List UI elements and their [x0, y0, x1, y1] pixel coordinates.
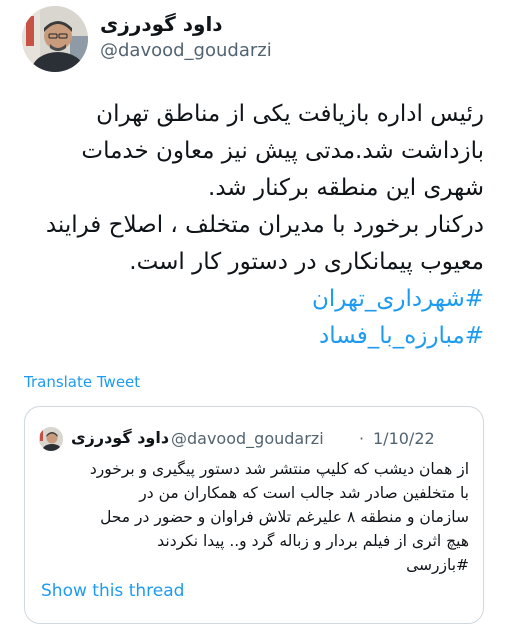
quoted-tweet-text: از همان دیشب که کلیپ منتشر شد دستور پیگی… [35, 457, 469, 577]
show-thread-link[interactable]: Show this thread [41, 581, 184, 601]
quoted-author-handle[interactable]: @davood_goudarzi [171, 429, 324, 448]
quoted-author-display-name[interactable]: داود گودرزی [71, 428, 169, 447]
quoted-text-line: #بازرسی [406, 556, 469, 574]
quoted-text-line: سازمان و منطقه ۸ علیرغم تلاش فراوان و حض… [100, 508, 469, 526]
tweet-header: داود گودرزی @davood_goudarzi [0, 0, 508, 80]
tweet-text-line: رئیس اداره بازیافت یکی از مناطق تهران [96, 101, 484, 127]
tweet-text-line: بازداشت شد.مدتی پیش نیز معاون خدمات [81, 138, 484, 164]
tweet-text-line: معیوب پیمانکاری در دستور کار است. [129, 249, 484, 275]
quoted-tweet-date[interactable]: 1/10/22 [373, 429, 435, 448]
translate-tweet-link[interactable]: Translate Tweet [24, 373, 140, 391]
quoted-tweet-card[interactable]: داود گودرزی @davood_goudarzi · 1/10/22 ا… [24, 406, 484, 624]
tweet-text-line: شهری این منطقه برکنار شد. [208, 175, 484, 201]
tweet-text-line: درکنار برخورد با مدیران متخلف ، اصلاح فر… [45, 212, 484, 238]
quoted-tweet-header: داود گودرزی @davood_goudarzi · 1/10/22 [39, 425, 473, 453]
avatar[interactable] [22, 6, 88, 72]
hashtag-link[interactable]: #مبارزه_با_فساد [14, 318, 484, 355]
hashtag-link[interactable]: #شهرداری_تهران [14, 281, 484, 318]
quoted-avatar[interactable] [39, 427, 63, 451]
quoted-text-line: هیچ اثری از فیلم بردار و زباله گرد و.. پ… [157, 532, 469, 550]
author-handle[interactable]: @davood_goudarzi [100, 40, 272, 61]
tweet-text: رئیس اداره بازیافت یکی از مناطق تهران با… [14, 96, 484, 355]
separator-dot: · [359, 429, 365, 448]
author-display-name[interactable]: داود گودرزی [100, 12, 223, 36]
quoted-text-line: با متخلفین صادر شد جالب است که همکاران م… [139, 484, 469, 502]
quoted-text-line: از همان دیشب که کلیپ منتشر شد دستور پیگی… [89, 460, 469, 478]
